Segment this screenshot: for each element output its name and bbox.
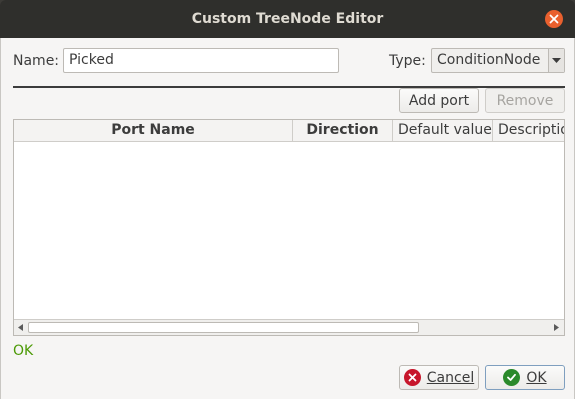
horizontal-scrollbar[interactable]: [14, 319, 564, 335]
ports-table: Port Name Direction Default value Descri…: [13, 119, 565, 336]
cancel-button[interactable]: Cancel: [399, 365, 479, 390]
ok-button-label: OK: [526, 369, 547, 386]
checkmark-icon: [503, 369, 521, 386]
type-select-value: ConditionNode: [437, 52, 541, 68]
add-port-button[interactable]: Add port: [399, 88, 479, 113]
chevron-down-icon[interactable]: [548, 49, 564, 72]
column-header-port-name[interactable]: Port Name: [14, 120, 293, 141]
name-field[interactable]: Picked: [63, 48, 339, 73]
status-message: OK: [13, 343, 34, 359]
scrollbar-thumb[interactable]: [28, 322, 419, 333]
scroll-right-icon[interactable]: [550, 320, 564, 335]
close-button[interactable]: [545, 10, 563, 28]
scroll-left-icon[interactable]: [14, 320, 28, 335]
cancel-button-label: Cancel: [426, 369, 475, 386]
window-title: Custom TreeNode Editor: [191, 11, 384, 27]
column-header-default-value[interactable]: Default value: [393, 120, 493, 141]
dialog-window: Custom TreeNode Editor Name: Picked Type…: [0, 0, 575, 399]
close-icon: [549, 14, 559, 24]
type-label: Type:: [389, 53, 426, 69]
cancel-icon: [403, 369, 421, 386]
table-body: [14, 142, 564, 319]
ok-button[interactable]: OK: [485, 365, 565, 390]
separator-line: [13, 86, 565, 88]
table-header: Port Name Direction Default value Descri…: [14, 120, 564, 142]
column-header-description[interactable]: Description: [493, 120, 564, 141]
remove-button[interactable]: Remove: [485, 88, 565, 113]
name-label: Name:: [13, 53, 60, 69]
title-bar[interactable]: Custom TreeNode Editor: [0, 0, 575, 38]
type-select[interactable]: ConditionNode: [431, 48, 565, 73]
column-header-direction[interactable]: Direction: [293, 120, 393, 141]
dialog-content: Name: Picked Type: ConditionNode Add por…: [0, 38, 575, 399]
